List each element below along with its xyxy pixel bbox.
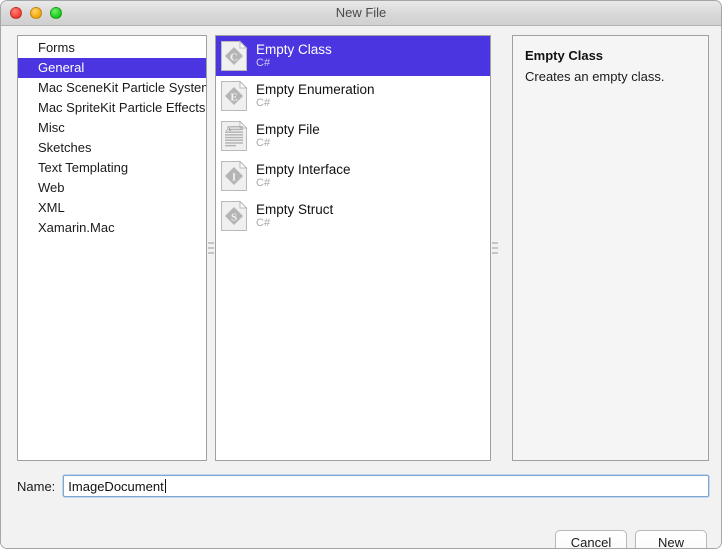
- category-panel: Forms General Mac SceneKit Particle System…: [17, 35, 207, 461]
- category-item-mac-scenekit-particle-system[interactable]: Mac SceneKit Particle System: [18, 78, 206, 98]
- left-splitter[interactable]: [207, 35, 215, 461]
- template-item-text: Empty Enumeration C#: [256, 81, 375, 110]
- category-item-text-templating[interactable]: Text Templating: [18, 158, 206, 178]
- svg-text:C: C: [230, 52, 238, 64]
- dialog-body: Forms General Mac SceneKit Particle System…: [1, 26, 721, 548]
- template-item-title: Empty Class: [256, 41, 332, 57]
- cancel-button[interactable]: Cancel: [555, 530, 627, 548]
- category-item-label: XML: [38, 200, 65, 215]
- right-splitter[interactable]: [491, 35, 499, 461]
- category-item-xml[interactable]: XML: [18, 198, 206, 218]
- description-panel: Empty Class Creates an empty class.: [512, 35, 709, 461]
- resize-grip-icon: [492, 242, 498, 254]
- template-item-language: C#: [256, 96, 271, 109]
- template-item-language: C#: [256, 56, 271, 69]
- document-interface-icon: I: [220, 160, 248, 192]
- svg-text:A: A: [226, 125, 231, 133]
- dialog-button-row: Cancel New: [555, 530, 707, 548]
- category-item-forms[interactable]: Forms: [18, 38, 206, 58]
- template-item-language: C#: [256, 216, 271, 229]
- svg-text:E: E: [230, 92, 237, 104]
- category-item-label: Mac SceneKit Particle System: [38, 80, 206, 95]
- name-label: Name:: [17, 478, 56, 494]
- name-input[interactable]: ImageDocument: [63, 475, 709, 497]
- category-item-mac-spritekit-particle-effects[interactable]: Mac SpriteKit Particle Effects: [18, 98, 206, 118]
- template-item-text: Empty Struct C#: [256, 201, 334, 230]
- new-button[interactable]: New: [635, 530, 707, 548]
- category-item-xamarin-mac[interactable]: Xamarin.Mac: [18, 218, 206, 238]
- description-text: Creates an empty class.: [525, 69, 665, 84]
- template-item-text: Empty Class C#: [256, 41, 332, 70]
- text-caret: [164, 479, 166, 493]
- template-list[interactable]: C Empty Class C# E Empty Enumeration C# A Empty…: [216, 36, 490, 236]
- new-file-dialog-window: New File Forms General Mac SceneKit Partic…: [0, 0, 722, 549]
- template-item-empty-interface[interactable]: I Empty Interface C#: [216, 156, 490, 196]
- svg-text:I: I: [232, 172, 236, 184]
- document-enum-icon: E: [220, 80, 248, 112]
- name-input-value: ImageDocument: [68, 478, 164, 494]
- template-item-text: Empty File C#: [256, 121, 320, 150]
- template-item-text: Empty Interface C#: [256, 161, 351, 190]
- template-item-title: Empty Enumeration: [256, 81, 375, 97]
- category-item-label: Mac SpriteKit Particle Effects: [38, 100, 206, 115]
- window-title: New File: [335, 5, 387, 20]
- category-item-sketches[interactable]: Sketches: [18, 138, 206, 158]
- category-item-misc[interactable]: Misc: [18, 118, 206, 138]
- template-item-language: C#: [256, 176, 271, 189]
- template-item-empty-enumeration[interactable]: E Empty Enumeration C#: [216, 76, 490, 116]
- category-item-label: Sketches: [38, 140, 92, 155]
- document-struct-icon: S: [220, 200, 248, 232]
- template-item-empty-class[interactable]: C Empty Class C#: [216, 36, 490, 76]
- category-item-label: Xamarin.Mac: [38, 220, 115, 235]
- template-item-title: Empty File: [256, 121, 320, 137]
- svg-text:S: S: [231, 212, 237, 224]
- category-item-label: Text Templating: [38, 160, 129, 175]
- category-item-label: Misc: [38, 120, 65, 135]
- description-title: Empty Class: [525, 48, 604, 63]
- document-text-lines-icon: A: [220, 120, 248, 152]
- template-item-empty-file[interactable]: A Empty File C#: [216, 116, 490, 156]
- document-class-icon: C: [220, 40, 248, 72]
- category-item-web[interactable]: Web: [18, 178, 206, 198]
- category-item-label: General: [38, 60, 85, 75]
- template-item-language: C#: [256, 136, 271, 149]
- template-item-title: Empty Struct: [256, 201, 334, 217]
- category-item-label: Forms: [38, 40, 75, 55]
- title-bar: New File: [1, 1, 721, 26]
- name-field-row: Name: ImageDocument: [17, 473, 709, 499]
- template-panel: C Empty Class C# E Empty Enumeration C# A Empty…: [215, 35, 491, 461]
- resize-grip-icon: [208, 242, 214, 254]
- template-item-title: Empty Interface: [256, 161, 351, 177]
- category-item-general[interactable]: General: [18, 58, 206, 78]
- template-item-empty-struct[interactable]: S Empty Struct C#: [216, 196, 490, 236]
- category-item-label: Web: [38, 180, 65, 195]
- category-list[interactable]: Forms General Mac SceneKit Particle System…: [18, 36, 206, 238]
